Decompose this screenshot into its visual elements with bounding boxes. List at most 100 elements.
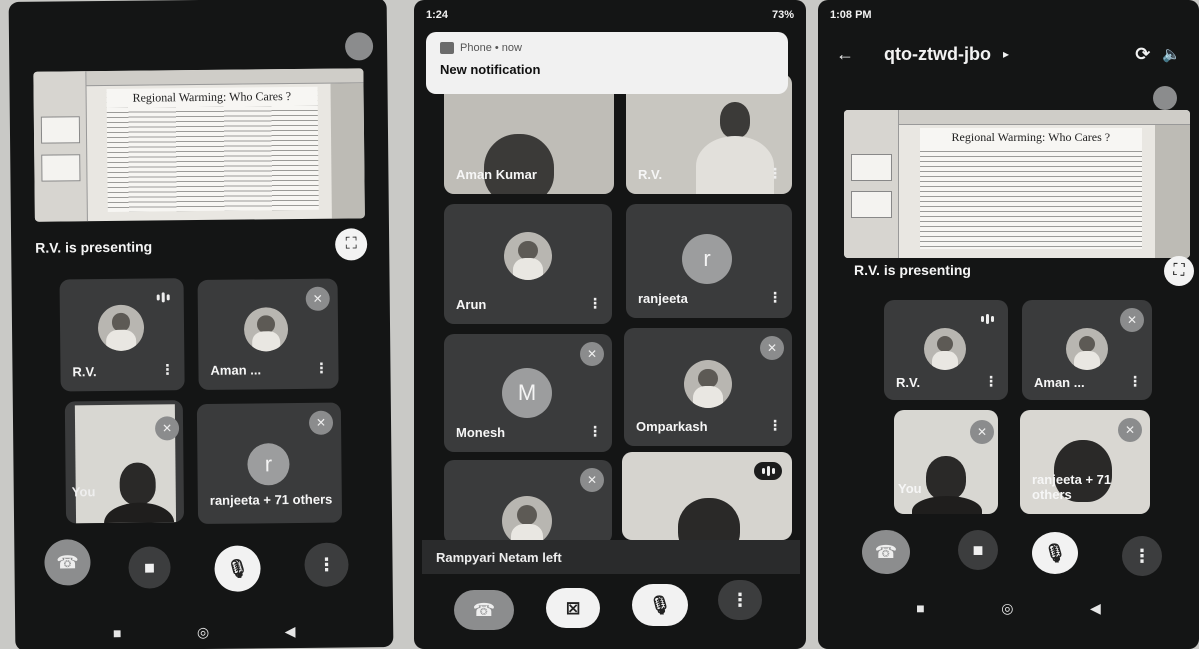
more-options-button[interactable]: ⋮ bbox=[718, 580, 762, 620]
more-options-icon[interactable]: ⋮ bbox=[768, 165, 782, 182]
status-time: 1:24 bbox=[426, 9, 449, 21]
end-call-button[interactable]: ☎ bbox=[454, 590, 514, 630]
participant-name: Aman ... bbox=[1034, 375, 1085, 390]
right-phone-screenshot: 1:08 PM ← qto-ztwd-jbo ▸ ⟳ 🔈 Regional Wa… bbox=[818, 0, 1199, 649]
slide-thumbnail bbox=[850, 154, 893, 182]
meeting-code[interactable]: qto-ztwd-jbo bbox=[884, 44, 991, 65]
camera-button[interactable]: ■ bbox=[958, 530, 998, 570]
speaking-indicator-icon bbox=[754, 462, 782, 480]
fullscreen-icon[interactable]: ⛶ bbox=[335, 228, 368, 261]
mic-off-icon: ✕ bbox=[760, 336, 784, 360]
mic-off-icon: ✕ bbox=[970, 420, 994, 444]
participant-name: Omparkash bbox=[636, 419, 708, 434]
slide-page bbox=[920, 130, 1142, 250]
avatar bbox=[684, 360, 732, 408]
slide-page bbox=[106, 89, 319, 212]
switch-camera-icon[interactable]: ⟳ bbox=[1135, 44, 1150, 65]
participant-name: ranjeeta + 71 others bbox=[1032, 472, 1112, 502]
end-call-button[interactable]: ☎ bbox=[44, 539, 91, 586]
participant-tile[interactable]: r ranjeeta ⋮ bbox=[626, 204, 792, 318]
mic-off-icon: ✕ bbox=[308, 410, 334, 435]
participant-tile[interactable]: ✕ Omparkash ⋮ bbox=[624, 328, 792, 446]
participant-tile[interactable]: ✕ M Monesh ⋮ bbox=[444, 334, 612, 452]
more-options-icon[interactable]: ⋮ bbox=[768, 289, 782, 306]
participant-name: ranjeeta + 71 others bbox=[209, 491, 333, 508]
participant-name: You bbox=[71, 484, 96, 500]
left-phone-screenshot: Regional Warming: Who Cares ? R.V. is pr… bbox=[8, 0, 394, 649]
status-bar: 1:08 PM bbox=[818, 4, 1199, 26]
slide-title: Regional Warming: Who Cares ? bbox=[920, 127, 1142, 147]
mic-toggle-button[interactable]: 🎙 bbox=[214, 545, 261, 592]
recent-apps-icon[interactable]: ■ bbox=[916, 600, 924, 616]
more-options-button[interactable]: ⋮ bbox=[1122, 536, 1162, 576]
slide-right-pane bbox=[330, 83, 365, 219]
end-call-button[interactable]: ☎ bbox=[862, 530, 910, 574]
participant-name: Aman ... bbox=[210, 362, 262, 378]
mic-off-icon: ✕ bbox=[1120, 308, 1144, 332]
others-tile[interactable]: ✕ ranjeeta + 71 others bbox=[1020, 410, 1150, 514]
speaker-icon[interactable]: 🔈 bbox=[1162, 45, 1181, 63]
back-arrow-icon[interactable]: ← bbox=[836, 44, 854, 65]
slide-thumbnail-pane bbox=[33, 71, 88, 222]
mic-toggle-button[interactable]: 🎙 bbox=[632, 584, 688, 626]
participant-name: R.V. bbox=[638, 167, 663, 182]
speaking-indicator-icon bbox=[976, 310, 998, 328]
battery-level: 73% bbox=[771, 9, 794, 21]
home-icon[interactable]: ◎ bbox=[197, 623, 209, 640]
avatar bbox=[504, 232, 552, 280]
participant-name: Monesh bbox=[456, 425, 506, 440]
presentation-card[interactable]: Regional Warming: Who Cares ? R.V. is pr… bbox=[844, 100, 1194, 286]
avatar bbox=[924, 328, 966, 370]
more-options-icon[interactable]: ⋮ bbox=[160, 361, 174, 378]
middle-phone-screenshot: 1:24 73% Aman Kumar R.V. ⋮ Arun ⋮ r ranj… bbox=[414, 0, 806, 649]
participant-left-toast: Rampyari Netam left bbox=[422, 540, 800, 574]
mic-toggle-button[interactable]: 🎙 bbox=[1032, 532, 1078, 574]
participant-tile[interactable]: ✕ bbox=[444, 460, 612, 544]
avatar: r bbox=[247, 443, 290, 486]
self-view-tile[interactable]: You ✕ bbox=[894, 410, 998, 514]
participant-tile[interactable]: Arun ⋮ bbox=[444, 204, 612, 324]
notification-banner[interactable]: Phone • now New notification bbox=[426, 32, 788, 94]
avatar bbox=[97, 304, 145, 352]
more-options-icon[interactable]: ⋮ bbox=[588, 295, 602, 312]
participant-tile[interactable]: ✕ Aman ... ⋮ bbox=[197, 278, 339, 391]
more-options-icon[interactable]: ⋮ bbox=[588, 423, 602, 440]
participant-name: Aman Kumar bbox=[456, 167, 537, 182]
participant-name: R.V. bbox=[896, 375, 921, 390]
mic-off-icon: ✕ bbox=[580, 342, 604, 366]
slide-thumbnail bbox=[40, 153, 81, 182]
participant-tile[interactable]: ✕ Aman ... ⋮ bbox=[1022, 300, 1152, 400]
mic-off-icon: ✕ bbox=[305, 286, 330, 311]
more-options-icon[interactable]: ⋮ bbox=[1128, 373, 1142, 390]
participant-name: You bbox=[898, 481, 922, 496]
self-view-tile[interactable]: You ✕ bbox=[64, 400, 185, 524]
presentation-card[interactable]: Regional Warming: Who Cares ? R.V. is pr… bbox=[19, 58, 381, 272]
caret-right-icon[interactable]: ▸ bbox=[1003, 47, 1009, 61]
participant-name: R.V. bbox=[72, 364, 97, 380]
participant-name: Arun bbox=[456, 297, 487, 312]
participant-tile[interactable]: R.V. ⋮ bbox=[884, 300, 1008, 400]
home-icon[interactable]: ◎ bbox=[1001, 600, 1013, 617]
camera-button[interactable]: ■ bbox=[128, 546, 171, 589]
more-options-icon[interactable]: ⋮ bbox=[768, 417, 782, 434]
back-icon[interactable]: ◀ bbox=[1090, 600, 1101, 617]
avatar bbox=[1066, 328, 1108, 370]
speaking-indicator-icon bbox=[152, 288, 174, 306]
more-options-icon[interactable]: ⋮ bbox=[314, 360, 328, 377]
notification-app: Phone • now bbox=[440, 42, 774, 54]
presenter-mic-off-icon bbox=[344, 32, 374, 61]
more-options-button[interactable]: ⋮ bbox=[304, 542, 349, 587]
participant-tile[interactable]: R.V. ⋮ bbox=[59, 278, 185, 392]
fullscreen-icon[interactable]: ⛶ bbox=[1164, 256, 1194, 286]
others-tile[interactable]: ✕ r ranjeeta + 71 others bbox=[196, 402, 343, 525]
status-bar: 1:24 73% bbox=[414, 4, 806, 26]
camera-off-button[interactable]: ⊠ bbox=[546, 588, 600, 628]
slide-thumbnail-pane bbox=[844, 110, 900, 258]
avatar bbox=[243, 307, 289, 352]
more-options-icon[interactable]: ⋮ bbox=[984, 373, 998, 390]
slide-thumbnail bbox=[850, 191, 893, 219]
self-view-tile[interactable] bbox=[622, 452, 792, 540]
recent-apps-icon[interactable]: ■ bbox=[113, 625, 122, 641]
back-icon[interactable]: ◀ bbox=[285, 623, 296, 640]
android-navbar: ■ ◎ ◀ bbox=[818, 598, 1199, 618]
